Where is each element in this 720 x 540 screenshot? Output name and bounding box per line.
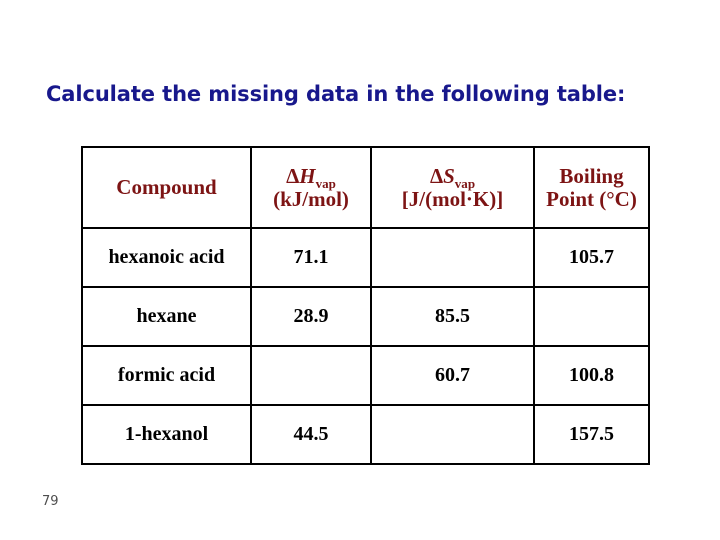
cell-boiling-point: 100.8 — [533, 345, 650, 406]
cell-entropy — [370, 404, 535, 465]
cell-entropy — [370, 227, 535, 288]
column-header-enthalpy-symbol: ΔHvap — [256, 163, 366, 190]
table-row: formic acid 60.7 100.8 — [81, 345, 650, 406]
slide-canvas: Calculate the missing data in the follow… — [0, 0, 720, 540]
table-row: 1-hexanol 44.5 157.5 — [81, 404, 650, 465]
enthalpy-letter: H — [299, 163, 316, 188]
column-header-compound-label: Compound — [116, 175, 217, 200]
column-header-compound: Compound — [81, 146, 252, 229]
cell-enthalpy: 28.9 — [250, 286, 372, 347]
table-row: hexanoic acid 71.1 105.7 — [81, 227, 650, 288]
column-header-enthalpy: ΔHvap (kJ/mol) — [250, 146, 372, 229]
cell-compound: hexane — [81, 286, 252, 347]
cell-entropy: 85.5 — [370, 286, 535, 347]
cell-enthalpy — [250, 345, 372, 406]
column-header-entropy-symbol: ΔSvap — [376, 163, 529, 190]
column-header-boiling-point-line1: Boiling — [559, 163, 624, 188]
cell-boiling-point: 105.7 — [533, 227, 650, 288]
cell-boiling-point: 157.5 — [533, 404, 650, 465]
delta-symbol-entropy: Δ — [429, 163, 444, 188]
cell-boiling-point — [533, 286, 650, 347]
table-row: hexane 28.9 85.5 — [81, 286, 650, 347]
cell-entropy: 60.7 — [370, 345, 535, 406]
table-header-row: Compound ΔHvap (kJ/mol) ΔSvap [J/(mol·K)… — [81, 146, 650, 229]
page-number: 79 — [42, 494, 59, 509]
cell-enthalpy: 71.1 — [250, 227, 372, 288]
cell-compound: formic acid — [81, 345, 252, 406]
entropy-letter: S — [443, 163, 455, 188]
column-header-enthalpy-units: (kJ/mol) — [273, 186, 349, 211]
column-header-boiling-point: Boiling Point (°C) — [533, 146, 650, 229]
data-table-container: Compound ΔHvap (kJ/mol) ΔSvap [J/(mol·K)… — [81, 146, 650, 465]
missing-data-table: Compound ΔHvap (kJ/mol) ΔSvap [J/(mol·K)… — [81, 146, 650, 465]
column-header-entropy: ΔSvap [J/(mol·K)] — [370, 146, 535, 229]
column-header-entropy-units: [J/(mol·K)] — [401, 186, 504, 211]
cell-compound: 1-hexanol — [81, 404, 252, 465]
delta-symbol-enthalpy: Δ — [286, 163, 300, 188]
page-title: Calculate the missing data in the follow… — [46, 82, 626, 106]
cell-compound: hexanoic acid — [81, 227, 252, 288]
column-header-boiling-point-line2: Point (°C) — [546, 186, 637, 211]
cell-enthalpy: 44.5 — [250, 404, 372, 465]
